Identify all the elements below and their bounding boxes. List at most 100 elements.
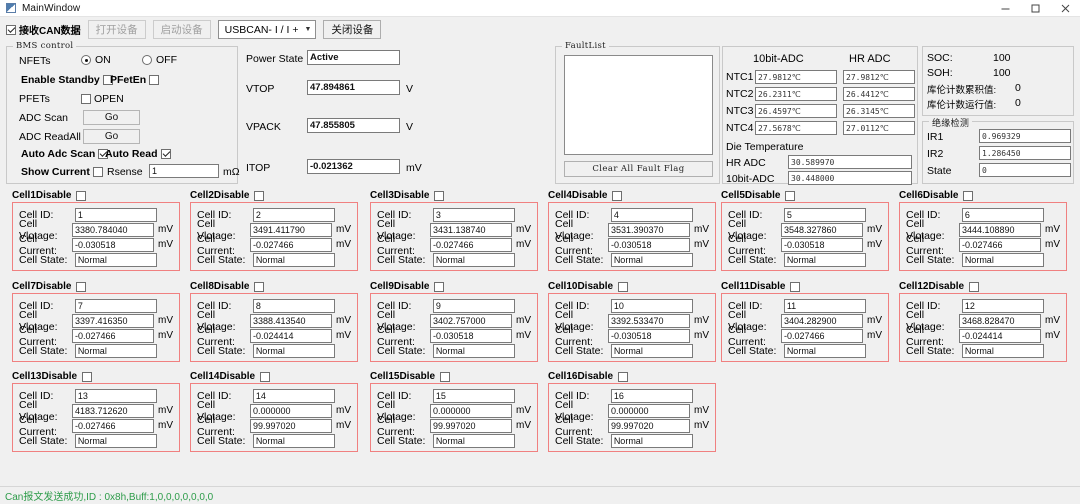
cell-id-value[interactable]: 6 [961,207,1044,222]
auto-read-checkbox[interactable]: Auto Read [105,148,171,160]
clear-all-fault-flag-button[interactable]: Clear All Fault Flag [564,161,713,177]
cell-current-value[interactable]: -0.027466 [72,418,154,433]
cell-voltage-value[interactable]: 3531.390370 [608,222,690,237]
cell-state-value[interactable]: Normal [961,343,1044,358]
cell-voltage-value[interactable]: 3397.416350 [72,313,154,328]
ntc3-hr-value[interactable]: 26.3145℃ [843,104,915,118]
itop-value[interactable]: -0.021362 [307,159,400,174]
receive-can-data-checkbox[interactable]: 接收CAN数据 [6,22,81,37]
cell-voltage-value[interactable]: 4183.712620 [72,403,154,418]
cell-disable-checkbox[interactable]: Cell3Disable [370,189,538,202]
close-button[interactable] [1050,0,1080,17]
ir1-value[interactable]: 0.969329 [979,129,1071,143]
cell-disable-checkbox[interactable]: Cell7Disable [12,280,180,293]
cell-state-value[interactable]: Normal [961,252,1044,267]
device-type-select[interactable]: USBCAN- I / I + ▼ [217,20,317,39]
cell-current-value[interactable]: -0.027466 [72,328,154,343]
cell-voltage-value[interactable]: 0.000000 [250,403,332,418]
cell-state-value[interactable]: Normal [610,252,693,267]
cell-state-value[interactable]: Normal [783,252,866,267]
rsense-input[interactable]: 1 [149,164,219,178]
cell-current-value[interactable]: -0.027466 [430,237,512,252]
cell-id-value[interactable]: 5 [783,207,866,222]
cell-voltage-value[interactable]: 3402.757000 [430,313,512,328]
cell-id-value[interactable]: 14 [252,388,335,403]
cell-voltage-value[interactable]: 0.000000 [430,403,512,418]
cell-voltage-value[interactable]: 3431.138740 [430,222,512,237]
cell-state-value[interactable]: Normal [252,343,335,358]
cell-current-value[interactable]: 99.997020 [608,418,690,433]
auto-adc-scan-checkbox[interactable]: Auto Adc Scan [21,148,109,160]
minimize-button[interactable] [990,0,1020,17]
cell-id-value[interactable]: 3 [432,207,515,222]
cell-disable-checkbox[interactable]: Cell11Disable [721,280,889,293]
pfets-open-checkbox[interactable]: OPEN [81,93,124,105]
cell-current-value[interactable]: -0.024414 [250,328,332,343]
cell-disable-checkbox[interactable]: Cell9Disable [370,280,538,293]
cell-voltage-value[interactable]: 3444.108890 [959,222,1041,237]
cell-state-value[interactable]: Normal [74,252,157,267]
cell-state-value[interactable]: Normal [74,433,157,448]
cell-disable-checkbox[interactable]: Cell12Disable [899,280,1067,293]
vpack-value[interactable]: 47.855805 [307,118,400,133]
cell-voltage-value[interactable]: 3392.533470 [608,313,690,328]
cell-id-value[interactable]: 4 [610,207,693,222]
cell-id-value[interactable]: 8 [252,298,335,313]
cell-disable-checkbox[interactable]: Cell10Disable [548,280,716,293]
cell-id-value[interactable]: 9 [432,298,515,313]
ntc4-10bit-value[interactable]: 27.5678℃ [755,121,837,135]
cell-id-value[interactable]: 11 [783,298,866,313]
cell-id-value[interactable]: 15 [432,388,515,403]
insulation-state-value[interactable]: 0 [979,163,1071,177]
cell-state-value[interactable]: Normal [252,433,335,448]
ntc4-hr-value[interactable]: 27.0112℃ [843,121,915,135]
cell-id-value[interactable]: 12 [961,298,1044,313]
cell-current-value[interactable]: 99.997020 [250,418,332,433]
start-device-button[interactable]: 启动设备 [152,20,211,39]
cell-state-value[interactable]: Normal [74,343,157,358]
open-device-button[interactable]: 打开设备 [87,20,146,39]
maximize-button[interactable] [1020,0,1050,17]
nfets-on-radio[interactable]: ON [81,54,111,66]
ntc3-10bit-value[interactable]: 26.4597℃ [755,104,837,118]
nfets-off-radio[interactable]: OFF [142,54,177,66]
cell-state-value[interactable]: Normal [610,343,693,358]
cell-voltage-value[interactable]: 3548.327860 [781,222,863,237]
fault-list-box[interactable] [564,55,713,155]
die-hr-adc-value[interactable]: 30.589970 [788,155,912,169]
ntc2-10bit-value[interactable]: 26.2311℃ [755,87,837,101]
cell-voltage-value[interactable]: 3491.411790 [250,222,332,237]
cell-current-value[interactable]: -0.027466 [959,237,1041,252]
cell-voltage-value[interactable]: 0.000000 [608,403,690,418]
cell-current-value[interactable]: -0.030518 [72,237,154,252]
cell-current-value[interactable]: -0.030518 [430,328,512,343]
cell-id-value[interactable]: 16 [610,388,693,403]
cell-disable-checkbox[interactable]: Cell5Disable [721,189,889,202]
cell-state-value[interactable]: Normal [432,433,515,448]
enable-standby-checkbox[interactable]: Enable Standby [21,74,113,86]
cell-current-value[interactable]: -0.027466 [250,237,332,252]
cell-id-value[interactable]: 2 [252,207,335,222]
cell-disable-checkbox[interactable]: Cell2Disable [190,189,358,202]
cell-voltage-value[interactable]: 3404.282900 [781,313,863,328]
ntc1-10bit-value[interactable]: 27.9812℃ [755,70,837,84]
cell-id-value[interactable]: 7 [74,298,157,313]
vtop-value[interactable]: 47.894861 [307,80,400,95]
cell-state-value[interactable]: Normal [783,343,866,358]
cell-current-value[interactable]: -0.030518 [608,328,690,343]
cell-current-value[interactable]: -0.024414 [959,328,1041,343]
show-current-checkbox[interactable]: Show Current [21,166,103,178]
adc-scan-go-button[interactable]: Go [83,110,140,125]
power-state-value[interactable]: Active [307,50,400,65]
cell-state-value[interactable]: Normal [432,343,515,358]
cell-disable-checkbox[interactable]: Cell4Disable [548,189,716,202]
cell-state-value[interactable]: Normal [252,252,335,267]
cell-disable-checkbox[interactable]: Cell16Disable [548,370,716,383]
cell-voltage-value[interactable]: 3380.784040 [72,222,154,237]
cell-disable-checkbox[interactable]: Cell1Disable [12,189,180,202]
cell-disable-checkbox[interactable]: Cell15Disable [370,370,538,383]
pfeten-checkbox[interactable]: PFetEn [110,74,160,86]
cell-current-value[interactable]: 99.997020 [430,418,512,433]
ntc2-hr-value[interactable]: 26.4412℃ [843,87,915,101]
cell-disable-checkbox[interactable]: Cell6Disable [899,189,1067,202]
